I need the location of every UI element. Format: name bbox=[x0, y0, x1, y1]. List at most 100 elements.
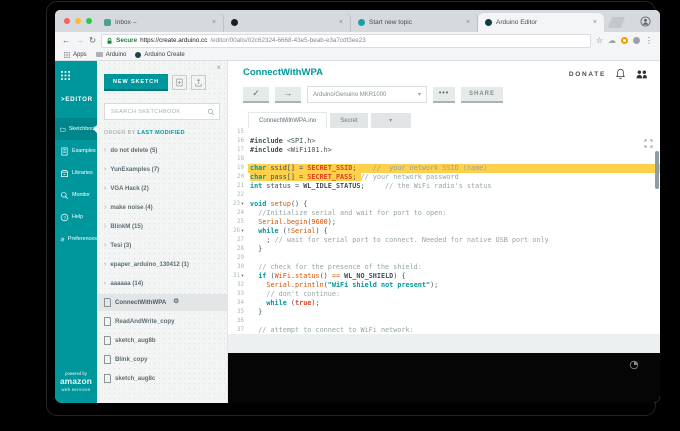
more-options-button[interactable]: ••• bbox=[433, 86, 455, 103]
fold-arrow-icon[interactable]: ▾ bbox=[241, 201, 244, 207]
sketch-folder-item[interactable]: › epaper_arduino_130412 (1) bbox=[104, 255, 220, 274]
file-tab-ino[interactable]: ConnectWithWPA.ino bbox=[248, 112, 328, 128]
sidebar-item-help[interactable]: ? Help bbox=[55, 206, 97, 228]
close-window-button[interactable] bbox=[64, 18, 70, 24]
extension-orange-icon[interactable] bbox=[621, 37, 628, 44]
code-line[interactable]: 18 bbox=[228, 155, 660, 164]
code-line[interactable]: 20 char pass[] = SECRET_PASS; // your net… bbox=[228, 173, 660, 182]
code-line[interactable]: 33 // don't continue: bbox=[228, 290, 660, 299]
order-by[interactable]: ORDER BY LAST MODIFIED bbox=[104, 130, 220, 136]
search-input[interactable] bbox=[109, 107, 205, 116]
sketch-folder-item[interactable]: › VGA Hack (2) bbox=[104, 179, 220, 198]
sidebar-item-libraries[interactable]: Libraries bbox=[55, 162, 97, 184]
sketch-toolbar: ✓ → Arduino/Genuino MKR1000 ▾ ••• SHARE bbox=[243, 86, 503, 103]
browser-tab-github[interactable]: × bbox=[224, 13, 351, 32]
board-selector[interactable]: Arduino/Genuino MKR1000 ▾ bbox=[307, 86, 427, 103]
browser-tab-forum[interactable]: Start new topic × bbox=[351, 13, 478, 32]
code-scrollbar[interactable] bbox=[655, 151, 659, 189]
code-editor[interactable]: 15 16 #include <SPI.h> 17 #include <WiFi101.… bbox=[228, 128, 660, 334]
code-line[interactable]: 35 } bbox=[228, 308, 660, 317]
sketch-file-item[interactable]: sketch_aug8c bbox=[104, 369, 220, 388]
fullscreen-expand-icon[interactable] bbox=[644, 135, 653, 153]
panel-close-icon[interactable]: × bbox=[216, 64, 221, 72]
code-line[interactable]: 19 char ssid[] = SECRET_SSID; // your net… bbox=[228, 164, 660, 173]
reload-icon[interactable]: ↻ bbox=[89, 36, 96, 45]
code-line[interactable]: 32 Serial.println("WiFi shield not prese… bbox=[228, 281, 660, 290]
code-line[interactable]: 30 // check for the presence of the shie… bbox=[228, 263, 660, 272]
tab-close-icon[interactable]: × bbox=[466, 19, 470, 26]
fold-arrow-icon[interactable]: ▾ bbox=[241, 273, 244, 279]
forward-icon[interactable]: → bbox=[76, 36, 85, 45]
code-line[interactable]: 34 while (true); bbox=[228, 299, 660, 308]
code-line[interactable]: 24 //Initialize serial and wait for port… bbox=[228, 209, 660, 218]
notifications-bell-icon[interactable] bbox=[615, 68, 626, 80]
extension-gray-icon[interactable] bbox=[633, 37, 640, 44]
back-icon[interactable]: ← bbox=[62, 36, 71, 45]
code-line[interactable]: 21 int status = WL_IDLE_STATUS; // the Wi… bbox=[228, 182, 660, 191]
code-line[interactable]: 27 ; // wait for serial port to connect.… bbox=[228, 236, 660, 245]
sidebar-item-monitor[interactable]: Monitor bbox=[55, 184, 97, 206]
file-tabs-dropdown[interactable]: ▾ bbox=[370, 113, 411, 128]
code-line[interactable]: 37 // attempt to connect to WiFi network… bbox=[228, 326, 660, 334]
sketch-item-selected[interactable]: ConnectWithWPA ⚙ bbox=[97, 294, 227, 311]
order-by-value[interactable]: LAST MODIFIED bbox=[137, 130, 184, 136]
gear-icon[interactable]: ⚙ bbox=[173, 299, 179, 306]
file-tab-secret[interactable]: Secret bbox=[330, 113, 368, 128]
sketch-folder-item[interactable]: › Tesi (3) bbox=[104, 236, 220, 255]
bookmark-arduino-folder[interactable]: Arduino bbox=[95, 52, 126, 58]
sketch-file-item[interactable]: ReadAndWrite_copy bbox=[104, 312, 220, 331]
bookmark-arduino-create[interactable]: Arduino Create bbox=[135, 51, 185, 58]
tab-close-icon[interactable]: × bbox=[339, 19, 343, 26]
browser-tab-arduino-editor[interactable]: Arduino Editor × bbox=[478, 13, 604, 32]
sketch-folder-item[interactable]: › YunExamples (7) bbox=[104, 160, 220, 179]
profile-people-icon[interactable] bbox=[635, 69, 648, 80]
sketch-file-item[interactable]: Blink_copy bbox=[104, 350, 220, 369]
code-token: ) { bbox=[315, 227, 328, 235]
browser-menu-icon[interactable]: ⋮ bbox=[645, 36, 653, 45]
extension-cloud-icon[interactable]: ☁ bbox=[608, 36, 616, 45]
code-token: SECRET_SSID bbox=[307, 164, 353, 172]
zoom-window-button[interactable] bbox=[86, 18, 92, 24]
code-line[interactable]: 23▾ void setup() { bbox=[228, 200, 660, 209]
browser-tab-inbox[interactable]: Inbox – × bbox=[97, 13, 224, 32]
line-number: 34 bbox=[237, 300, 244, 306]
code-line[interactable]: 36 bbox=[228, 317, 660, 326]
sketch-file-item[interactable]: sketch_aug8b bbox=[104, 331, 220, 350]
new-tab-button[interactable] bbox=[607, 17, 626, 28]
bookmark-apps[interactable]: Apps bbox=[64, 51, 87, 58]
code-line[interactable]: 29 bbox=[228, 254, 660, 263]
tab-close-icon[interactable]: × bbox=[212, 19, 216, 26]
tab-close-icon[interactable]: × bbox=[593, 19, 597, 26]
import-sketch-button[interactable] bbox=[172, 75, 187, 90]
minimize-window-button[interactable] bbox=[75, 18, 81, 24]
console-clock-icon[interactable] bbox=[629, 357, 639, 375]
upload-sketch-button[interactable] bbox=[191, 75, 206, 90]
sidebar-item-sketchbook[interactable]: Sketchbook bbox=[55, 118, 97, 140]
code-line[interactable]: 22 bbox=[228, 191, 660, 200]
code-line[interactable]: 25 Serial.begin(9600); bbox=[228, 218, 660, 227]
code-line[interactable]: 26▾ while (!Serial) { bbox=[228, 227, 660, 236]
address-bar[interactable]: Secure https://create.arduino.cc /editor… bbox=[101, 33, 591, 48]
new-sketch-button[interactable]: NEW SKETCH bbox=[104, 74, 168, 91]
sketch-folder-item[interactable]: › make noise (4) bbox=[104, 198, 220, 217]
code-line[interactable]: 31▾ if (WiFi.status() == WL_NO_SHIELD) { bbox=[228, 272, 660, 281]
sidebar-item-preferences[interactable]: Preferences bbox=[55, 228, 97, 250]
sketch-folder-item[interactable]: › aaaaaa (14) bbox=[104, 274, 220, 293]
verify-button[interactable]: ✓ bbox=[243, 86, 269, 103]
sketch-folder-item[interactable]: › BlinkM (15) bbox=[104, 217, 220, 236]
browser-profile-icon[interactable] bbox=[640, 14, 651, 32]
share-button[interactable]: SHARE bbox=[461, 86, 503, 103]
code-line[interactable]: 17 #include <WiFi101.h> bbox=[228, 146, 660, 155]
upload-button[interactable]: → bbox=[275, 86, 301, 103]
donate-link[interactable]: DONATE bbox=[569, 71, 606, 78]
bookmark-star-icon[interactable]: ☆ bbox=[596, 36, 603, 45]
line-number: 33 bbox=[237, 291, 244, 297]
fold-arrow-icon[interactable]: ▾ bbox=[241, 228, 244, 234]
code-line[interactable]: 28 } bbox=[228, 245, 660, 254]
code-line[interactable]: 16 #include <SPI.h> bbox=[228, 137, 660, 146]
code-line[interactable]: 15 bbox=[228, 128, 660, 137]
sketch-folder-item[interactable]: › do not delete (5) bbox=[104, 141, 220, 160]
sidebar-item-examples[interactable]: Examples bbox=[55, 140, 97, 162]
apps-menu-icon[interactable] bbox=[61, 67, 97, 85]
